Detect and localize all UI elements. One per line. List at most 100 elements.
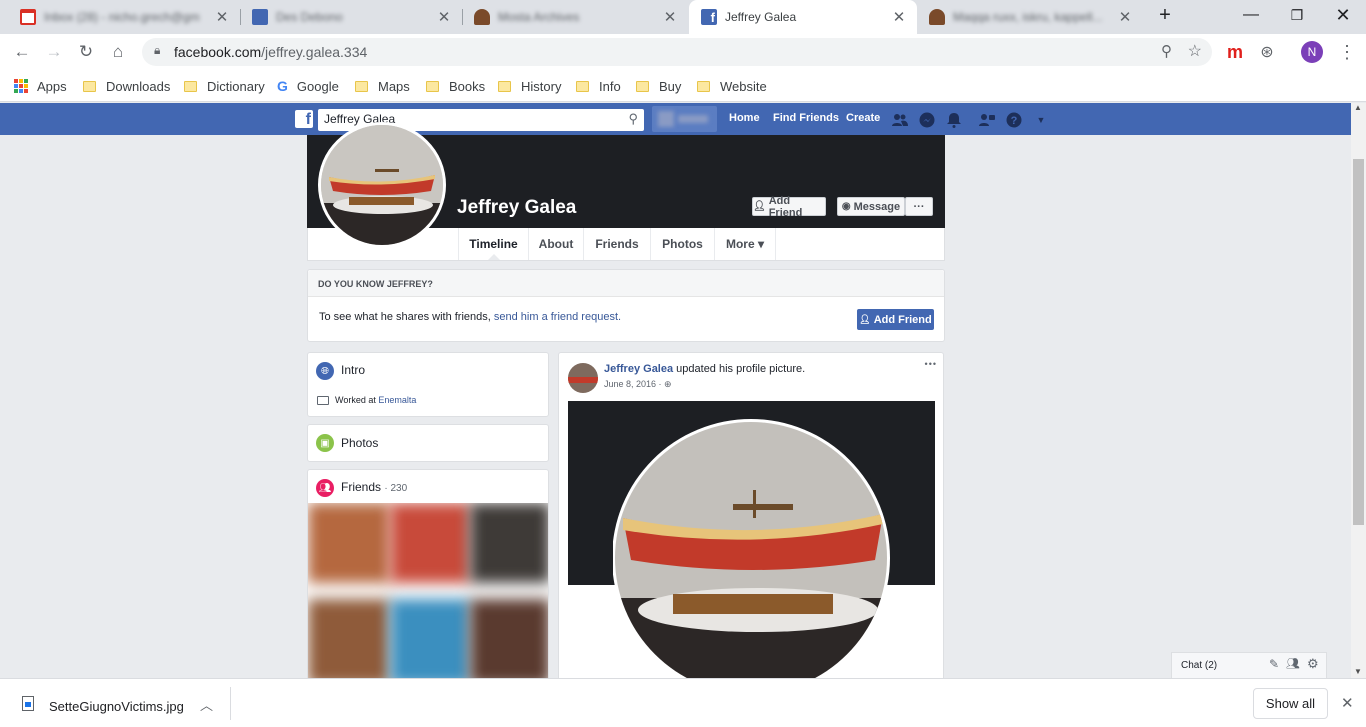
close-icon[interactable]: ✕ <box>1341 694 1354 712</box>
zoom-icon[interactable]: ⚲ <box>1161 42 1172 60</box>
know-heading: DO YOU KNOW JEFFREY? <box>318 279 433 289</box>
post-author-link[interactable]: Jeffrey Galea <box>604 363 673 375</box>
bookmark-downloads[interactable]: Downloads <box>83 76 170 96</box>
browser-tab-facebook-2[interactable]: Des Debono ✕ <box>240 0 462 34</box>
profile-avatar[interactable]: N <box>1301 41 1323 63</box>
close-icon[interactable]: ✕ <box>436 8 452 26</box>
friend-photo[interactable] <box>470 599 548 683</box>
window-close-button[interactable]: ✕ <box>1320 0 1366 30</box>
bookmark-star-icon[interactable]: ☆ <box>1188 41 1202 61</box>
bookmark-google[interactable]: G Google <box>277 76 339 96</box>
friend-photo[interactable] <box>308 503 390 583</box>
chevron-up-icon[interactable]: ︿ <box>200 695 213 714</box>
reload-icon[interactable]: ↻ <box>75 41 97 63</box>
help-question-icon[interactable]: ? <box>1006 112 1022 128</box>
briefcase-icon <box>317 396 329 405</box>
post-date[interactable]: June 8, 2016 · ⊕ <box>604 379 672 390</box>
messenger-icon[interactable] <box>919 112 935 128</box>
globe-icon: 🌐︎ <box>316 362 334 380</box>
bookmark-dictionary[interactable]: Dictionary <box>184 76 265 96</box>
download-filename[interactable]: SetteGiugnoVictims.jpg <box>49 699 184 714</box>
friends-icon: 👥︎ <box>316 479 334 497</box>
nav-find-friends-link[interactable]: Find Friends <box>773 112 839 124</box>
group-chat-icon[interactable]: 👥︎ <box>1286 657 1300 670</box>
friend-photo[interactable] <box>470 503 548 583</box>
new-message-icon[interactable]: ✎ <box>1269 657 1279 671</box>
employer-link[interactable]: Enemalta <box>378 395 416 405</box>
search-icon[interactable]: ⚲ <box>628 111 638 127</box>
bookmark-info[interactable]: Info <box>576 76 621 96</box>
tab-title: Mosta Archives <box>498 10 580 24</box>
tab-friends[interactable]: Friends <box>583 228 650 260</box>
vertical-scrollbar[interactable]: ▲ ▼ <box>1351 103 1366 678</box>
post-author-avatar[interactable] <box>568 363 598 393</box>
browser-tab-maqqa[interactable]: Maqqa ruxx, iskru, kappell... ✕ <box>917 0 1143 34</box>
notifications-bell-icon[interactable] <box>946 112 962 128</box>
quick-help-icon[interactable] <box>979 112 995 128</box>
post-menu-icon[interactable]: ••• <box>925 359 937 369</box>
friend-photo[interactable] <box>308 599 390 683</box>
more-options-button[interactable]: ··· <box>905 197 933 216</box>
audience-globe-icon: ⊕ <box>664 379 672 389</box>
extension-globe-icon[interactable]: ⊛ <box>1256 41 1278 63</box>
show-all-button[interactable]: Show all <box>1253 688 1328 719</box>
nav-create-link[interactable]: Create <box>846 112 880 124</box>
bookmark-apps[interactable]: Apps <box>14 76 67 96</box>
extension-m-icon[interactable]: m <box>1224 41 1246 63</box>
profile-photo-boat <box>321 125 443 245</box>
address-bar[interactable]: 🔒︎ facebook.com/jeffrey.galea.334 ⚲ ☆ <box>142 38 1212 66</box>
restore-button[interactable]: ❐ <box>1274 0 1320 30</box>
forward-icon[interactable]: → <box>43 41 65 63</box>
friend-requests-icon[interactable] <box>892 112 908 128</box>
minimize-button[interactable]: — <box>1228 0 1274 30</box>
scrollbar-thumb[interactable] <box>1353 159 1364 525</box>
tab-more[interactable]: More ▾ <box>714 228 776 260</box>
file-image-icon <box>22 696 34 711</box>
friend-photo[interactable] <box>390 599 470 683</box>
profile-picture[interactable] <box>318 122 446 248</box>
tab-title: Des Debono <box>276 10 343 24</box>
browser-tab-jeffrey-galea[interactable]: f Jeffrey Galea ✕ <box>689 0 917 34</box>
know-text: To see what he shares with friends, send… <box>319 311 622 323</box>
friend-photo[interactable] <box>390 503 470 583</box>
photos-card[interactable]: ▣ Photos <box>307 424 549 462</box>
gear-icon[interactable]: ⚙ <box>1307 656 1319 672</box>
close-icon[interactable]: ✕ <box>662 8 678 26</box>
browser-tab-strip: Inbox (28) - nicho.grech@gm ✕ Des Debono… <box>0 0 1366 34</box>
scroll-up-arrow-icon[interactable]: ▲ <box>1354 103 1362 112</box>
close-icon[interactable]: ✕ <box>891 8 907 26</box>
post-photo[interactable] <box>568 401 935 681</box>
bookmark-history[interactable]: History <box>498 76 561 96</box>
browser-tab-gmail[interactable]: Inbox (28) - nicho.grech@gm ✕ <box>8 0 240 34</box>
bookmark-books[interactable]: Books <box>426 76 485 96</box>
send-friend-request-link[interactable]: send him a friend request. <box>494 311 621 323</box>
menu-dots-icon[interactable]: ⋮ <box>1336 41 1358 63</box>
nav-profile-button[interactable] <box>652 106 717 132</box>
back-icon[interactable]: ← <box>11 41 33 63</box>
friends-title: Friends · 230 <box>341 480 408 494</box>
add-friend-button[interactable]: 👤︎ Add Friend <box>752 195 826 219</box>
add-friend-button-2[interactable]: 👤︎ Add Friend <box>857 309 934 330</box>
chat-bar[interactable]: Chat (2) ✎ 👥︎ ⚙ <box>1171 652 1327 678</box>
intro-card: 🌐︎ Intro Worked at Enemalta <box>307 352 549 417</box>
nav-home-link[interactable]: Home <box>729 112 760 124</box>
facebook-icon: f <box>701 9 717 25</box>
account-menu-caret-icon[interactable]: ▼ <box>1033 112 1049 128</box>
facebook-logo-icon[interactable]: f <box>295 110 313 128</box>
google-icon: G <box>277 78 288 94</box>
close-icon[interactable]: ✕ <box>214 8 230 26</box>
bookmark-maps[interactable]: Maps <box>355 76 410 96</box>
tab-photos[interactable]: Photos <box>650 228 714 260</box>
tab-title: Inbox (28) - nicho.grech@gm <box>44 10 200 24</box>
bookmark-buy[interactable]: Buy <box>636 76 681 96</box>
svg-text:?: ? <box>1011 115 1018 127</box>
new-tab-button[interactable]: + <box>1150 0 1180 30</box>
close-icon[interactable]: ✕ <box>1117 8 1133 26</box>
bookmark-website[interactable]: Website <box>697 76 767 96</box>
home-icon[interactable]: ⌂ <box>107 41 129 63</box>
message-button[interactable]: ◉ Message <box>837 197 905 216</box>
tab-about[interactable]: About <box>528 228 583 260</box>
browser-tab-mosta[interactable]: Mosta Archives ✕ <box>462 0 688 34</box>
scroll-down-arrow-icon[interactable]: ▼ <box>1354 667 1362 676</box>
post-header: Jeffrey Galea updated his profile pictur… <box>604 363 806 375</box>
